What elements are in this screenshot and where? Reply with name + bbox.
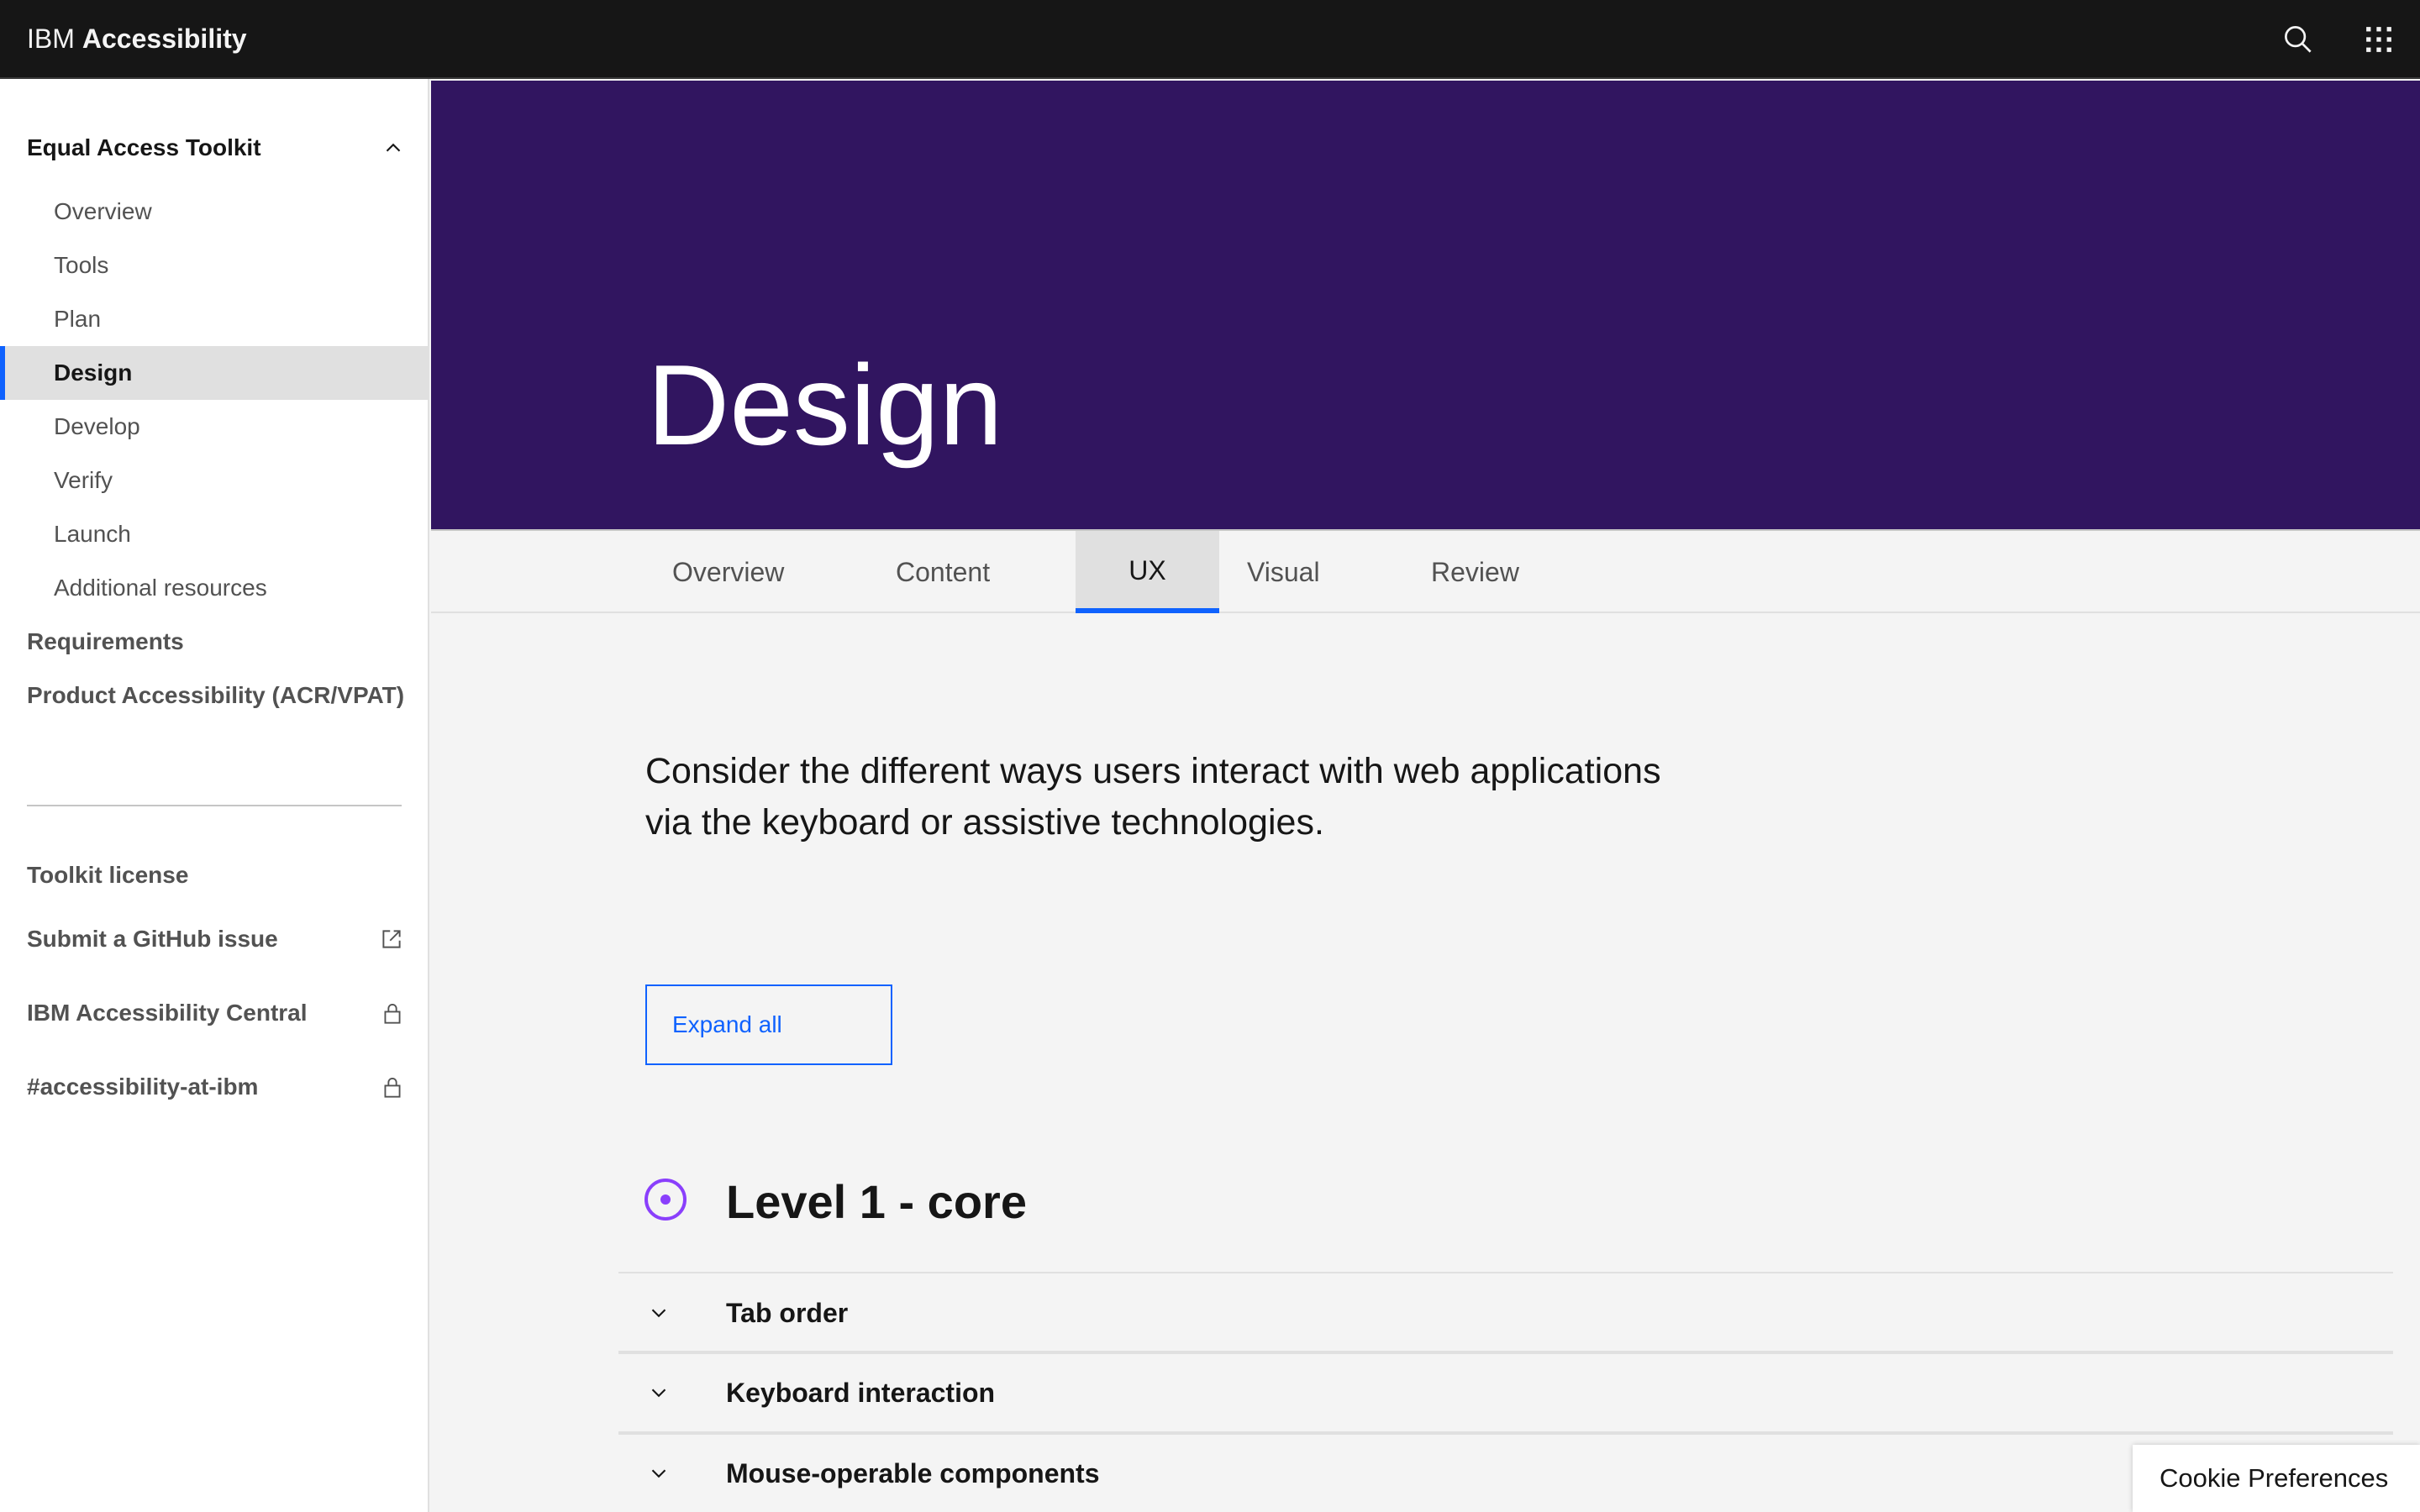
chevron-down-icon bbox=[645, 1299, 672, 1326]
accessibility-at-ibm-link[interactable]: #accessibility-at-ibm bbox=[27, 1060, 403, 1114]
nav-parent-label: Equal Access Toolkit bbox=[27, 134, 261, 160]
page-hero: Design bbox=[431, 81, 2420, 529]
chevron-down-icon bbox=[645, 1460, 672, 1487]
search-button[interactable] bbox=[2274, 15, 2323, 64]
lead-paragraph: Consider the different ways users intera… bbox=[645, 746, 1738, 848]
page-title: Design bbox=[647, 341, 1003, 469]
tab-content[interactable]: Content bbox=[896, 531, 990, 613]
lock-icon bbox=[384, 1078, 401, 1098]
sidebar-item-label: Develop bbox=[54, 413, 140, 439]
tab-bar: Overview Content UX Visual Review bbox=[431, 529, 2420, 613]
expand-all-button[interactable]: Expand all bbox=[645, 984, 892, 1065]
lock-icon bbox=[384, 1004, 401, 1024]
tab-ux[interactable]: UX bbox=[1076, 531, 1219, 613]
external-link-icon bbox=[382, 930, 401, 948]
chevron-up-icon bbox=[386, 143, 401, 152]
tab-label: Visual bbox=[1247, 556, 1320, 587]
tab-review[interactable]: Review bbox=[1431, 531, 1519, 613]
cookie-preferences-button[interactable]: Cookie Preferences bbox=[2133, 1445, 2420, 1512]
side-nav: Equal Access Toolkit Overview Tools Plan… bbox=[0, 79, 429, 1512]
accordion-label: Mouse-operable components bbox=[726, 1457, 1100, 1488]
sidebar-item-label: Design bbox=[54, 360, 133, 386]
sidebar-item-product-accessibility[interactable]: Product Accessibility (ACR/VPAT) bbox=[27, 669, 404, 722]
sidebar-item-label: Plan bbox=[54, 306, 102, 332]
nav-parent-equal-access-toolkit[interactable]: Equal Access Toolkit bbox=[27, 121, 403, 175]
sidebar-item-tools[interactable]: Tools bbox=[0, 239, 428, 292]
tab-label: UX bbox=[1128, 554, 1166, 585]
sidebar-item-requirements[interactable]: Requirements bbox=[27, 615, 184, 669]
sidebar-item-overview[interactable]: Overview bbox=[0, 185, 428, 239]
accordion-item-tab-order[interactable]: Tab order bbox=[618, 1272, 2393, 1352]
sidebar-item-plan[interactable]: Plan bbox=[0, 292, 428, 346]
sidebar-item-label: Tools bbox=[54, 252, 109, 278]
chevron-down-icon bbox=[645, 1379, 672, 1406]
sidebar-item-label: Overview bbox=[54, 198, 152, 224]
footer-link-label: Submit a GitHub issue bbox=[27, 926, 278, 952]
cookie-preferences-label: Cookie Preferences bbox=[2160, 1463, 2389, 1493]
lead-line-1: Consider the different ways users intera… bbox=[645, 751, 1661, 791]
tab-label: Review bbox=[1431, 556, 1519, 587]
sidebar-item-label: Requirements bbox=[27, 628, 184, 654]
sidebar-item-design[interactable]: Design bbox=[0, 346, 428, 400]
app-switcher-icon bbox=[2366, 27, 2391, 52]
search-icon bbox=[2285, 26, 2312, 53]
sidebar-item-launch[interactable]: Launch bbox=[0, 507, 428, 561]
toolkit-license-link[interactable]: Toolkit license bbox=[27, 848, 403, 902]
sidebar-divider bbox=[27, 805, 402, 806]
accordion-item-keyboard-interaction[interactable]: Keyboard interaction bbox=[618, 1351, 2393, 1431]
footer-link-label: Toolkit license bbox=[27, 862, 189, 888]
tab-overview[interactable]: Overview bbox=[672, 531, 784, 613]
github-issue-link[interactable]: Submit a GitHub issue bbox=[27, 912, 403, 966]
footer-link-label: #accessibility-at-ibm bbox=[27, 1074, 259, 1100]
sidebar-item-additional-resources[interactable]: Additional resources bbox=[0, 561, 428, 615]
accessibility-central-link[interactable]: IBM Accessibility Central bbox=[27, 986, 403, 1040]
sidebar-item-label: Launch bbox=[54, 521, 131, 547]
accordion-label: Tab order bbox=[726, 1297, 849, 1328]
level-1-icon bbox=[644, 1179, 687, 1221]
app-switcher-button[interactable] bbox=[2354, 15, 2403, 64]
sidebar-item-label: Verify bbox=[54, 467, 113, 493]
tab-label: Content bbox=[896, 556, 991, 587]
tab-label: Overview bbox=[672, 556, 785, 587]
lead-line-2: via the keyboard or assistive technologi… bbox=[645, 802, 1324, 843]
footer-link-label: IBM Accessibility Central bbox=[27, 1000, 308, 1026]
brand-link[interactable]: IBM Accessibility bbox=[27, 24, 247, 55]
top-header: IBM Accessibility bbox=[0, 0, 2420, 79]
sidebar-item-label: Additional resources bbox=[54, 575, 267, 601]
level-title: Level 1 - core bbox=[726, 1175, 1027, 1228]
tab-visual[interactable]: Visual bbox=[1247, 531, 1320, 613]
sidebar-item-verify[interactable]: Verify bbox=[0, 454, 428, 507]
accordion-label: Keyboard interaction bbox=[726, 1377, 996, 1408]
brand-prefix: IBM bbox=[27, 23, 75, 54]
sidebar-item-label: Product Accessibility (ACR/VPAT) bbox=[27, 682, 405, 708]
brand-name: Accessibility bbox=[82, 23, 247, 54]
sidebar-item-develop[interactable]: Develop bbox=[0, 400, 428, 454]
accordion-item-mouse-operable[interactable]: Mouse-operable components bbox=[618, 1431, 2393, 1512]
